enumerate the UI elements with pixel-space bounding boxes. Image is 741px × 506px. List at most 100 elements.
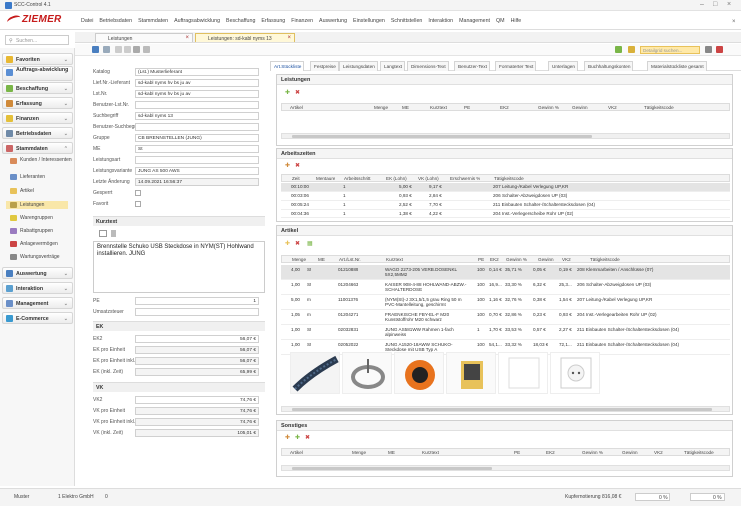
table-row[interactable]: 4,00 St 01210889 WAGO 2273-205 VERB.DOSENKL… [281, 265, 730, 280]
col-header[interactable]: Gewinn [572, 105, 588, 110]
tab-materialstueckliste[interactable]: Materialstückliste gesamt [647, 61, 707, 71]
lst-nr-input[interactable]: sd-kabl nyms hv bs ju av [135, 90, 259, 98]
delete-icon[interactable]: ✖ [305, 434, 310, 441]
tab-leistungsdaten[interactable]: Leistungsdaten [339, 61, 378, 71]
filter-icon[interactable] [615, 46, 622, 53]
sidebar-item-kunden[interactable]: Kunden / Interessenten [10, 157, 72, 164]
col-header[interactable]: VK (Lohn) [418, 176, 439, 181]
menu-qm[interactable]: QM [495, 18, 506, 24]
col-header[interactable]: Gewinn % [538, 105, 559, 110]
menu-beschaffung[interactable]: Beschaffung [225, 18, 256, 24]
menu-hilfe[interactable]: Hilfe [510, 18, 523, 24]
sidebar-item-leistungen[interactable]: Leistungen [6, 201, 68, 209]
sidebar-group-ecommerce[interactable]: E-Commerce ⌄ [2, 312, 73, 324]
grid-icon[interactable] [628, 46, 635, 53]
benutzer-lst-nr-input[interactable] [135, 101, 259, 109]
col-header[interactable]: Art./Lst.Nr. [339, 257, 361, 262]
scroll-thumb[interactable] [292, 135, 592, 138]
undo-icon[interactable] [115, 46, 122, 53]
col-header[interactable]: Gewinn % [506, 257, 527, 262]
sidebar-group-betriebsdaten[interactable]: Betriebsdaten ⌄ [2, 127, 73, 139]
col-header[interactable]: Gewinn % [582, 450, 603, 455]
menu-einstellungen[interactable]: Einstellungen [352, 18, 386, 24]
delete-icon[interactable]: ✖ [295, 89, 300, 96]
sidebar-group-management[interactable]: Management ⌄ [2, 297, 73, 309]
sidebar-item-wartungsvertraege[interactable]: Wartungsverträge [10, 254, 60, 260]
save-icon[interactable] [92, 46, 99, 53]
horizontal-scrollbar[interactable] [281, 406, 730, 412]
favorit-checkbox[interactable] [135, 201, 141, 207]
benutzer-suchbegriff-input[interactable] [135, 123, 259, 131]
menu-auftragsabwicklung[interactable]: Auftragsabwicklung [173, 18, 221, 24]
col-header[interactable]: Arbeitsschritt [344, 176, 371, 181]
col-header[interactable]: ME [388, 450, 395, 455]
table-row[interactable]: 00:10:00 1 5,00 € 9,17 € 207 Leitung-/Ka… [281, 183, 730, 192]
pe-input[interactable]: 1 [135, 297, 259, 305]
tab-formatierter-text[interactable]: Formaterter Text [495, 61, 537, 71]
detailgrid-search-input[interactable]: Detailgrid suchen... [640, 46, 700, 54]
col-header[interactable]: Gewinn [622, 450, 638, 455]
col-header[interactable]: PE [514, 450, 520, 455]
close-tab-icon[interactable]: × [185, 35, 189, 41]
col-header[interactable]: Zeit [292, 176, 300, 181]
add-icon[interactable]: ✚ [285, 434, 290, 441]
list-icon[interactable] [103, 46, 110, 53]
table-row[interactable]: 00:03:06 1 0,93 € 2,84 € 206 Schalter-Ab… [281, 192, 730, 201]
col-header[interactable]: Kurztext [422, 450, 439, 455]
col-header[interactable]: EK2 [546, 450, 555, 455]
table-row[interactable]: 1,00 St 02032831 JUNG AS581WW Rahmen 1-fach… [281, 325, 730, 340]
col-header[interactable]: Tätigkeitscode [590, 257, 620, 262]
col-header[interactable]: Gewinn [538, 257, 554, 262]
add-alt-icon[interactable]: ✚ [295, 434, 300, 441]
col-header[interactable]: Artikel [290, 105, 303, 110]
bulb-add-icon[interactable]: ✚ [285, 240, 290, 247]
print-icon[interactable] [133, 46, 140, 53]
menu-betriebsdaten[interactable]: Betriebsdaten [98, 18, 133, 24]
col-header[interactable]: VK2 [608, 105, 617, 110]
col-header[interactable]: VK2 [654, 450, 663, 455]
leistungsvariante-input[interactable]: JUNG AS 500 AWS [135, 167, 259, 175]
leistungsart-input[interactable] [135, 156, 259, 164]
col-header[interactable]: EK2 [500, 105, 509, 110]
search-input[interactable]: ⚲ Suchen... [5, 35, 69, 45]
katalog-input[interactable]: (Lst.) Musterlieferant [135, 68, 259, 76]
tab-unterlagen[interactable]: Unterlagen [548, 61, 578, 71]
sidebar-group-beschaffung[interactable]: Beschaffung ⌄ [2, 82, 73, 94]
ek2-input[interactable]: 56,07 € [135, 335, 259, 343]
tab-art-stueckliste[interactable]: Art.Stückliste [270, 61, 305, 71]
sidebar-group-finanzen[interactable]: Finanzen ⌄ [2, 112, 73, 124]
col-header[interactable]: Menge [352, 450, 366, 455]
tab-leistungen[interactable]: Leistungen × [95, 33, 193, 42]
edit-icon[interactable] [99, 230, 107, 237]
sidebar-group-interaktion[interactable]: Interaktion ⌄ [2, 282, 73, 294]
table-row[interactable]: 00:05:24 1 2,52 € 7,70 € 211 Einbauten S… [281, 201, 730, 210]
close-tab-icon[interactable]: × [287, 35, 291, 41]
add-icon[interactable]: ✚ [285, 89, 290, 96]
maximize-button[interactable]: □ [713, 1, 717, 8]
col-header[interactable]: Menge [292, 257, 306, 262]
col-header[interactable]: Tätigkeitscode [494, 176, 524, 181]
kurztext-textarea[interactable]: Brennstelle Schuko USB Steckdose in NYM(… [93, 241, 265, 293]
gruppe-select[interactable]: CB BRENNSTELLEN (JUNG) [135, 134, 259, 142]
sidebar-item-rabattgruppen[interactable]: Rabattgruppen [10, 228, 53, 234]
table-row[interactable]: 00:04:36 1 1,38 € 4,22 € 204 Inst.-Verle… [281, 210, 730, 218]
horizontal-scrollbar[interactable] [281, 133, 730, 139]
col-header[interactable]: Mentaure [316, 176, 335, 181]
umsatzsteuer-input[interactable] [135, 308, 259, 316]
lief-nr-input[interactable]: sd-kabl nyms hv bs ju av [135, 79, 259, 87]
menu-management[interactable]: Management [458, 18, 491, 24]
menu-erfassung[interactable]: Erfassung [260, 18, 286, 24]
clock-add-icon[interactable]: ✚ [285, 162, 290, 169]
tab-benutzer-text[interactable]: Benutzer-Text [454, 61, 490, 71]
table-row[interactable]: 5,00 m 11001376 (NYM(St)-J 3X1,5/1,5 grau R… [281, 295, 730, 310]
table-row[interactable]: 1,05 m 01204271 FRAENKISCHE FBY-EL-F M20 Ku… [281, 310, 730, 325]
tab-festpreise[interactable]: Festpreise [310, 61, 339, 71]
menu-finanzen[interactable]: Finanzen [290, 18, 314, 24]
gesperrt-checkbox[interactable] [135, 190, 141, 196]
close-button[interactable]: × [727, 1, 731, 8]
tab-langtext[interactable]: Langtext [380, 61, 405, 71]
vk2-input[interactable]: 74,76 € [135, 396, 259, 404]
tab-buchhaltungskonten[interactable]: Buchhaltungskonten [584, 61, 634, 71]
col-header[interactable]: EK (Lohn) [386, 176, 407, 181]
scroll-thumb[interactable] [292, 467, 492, 470]
